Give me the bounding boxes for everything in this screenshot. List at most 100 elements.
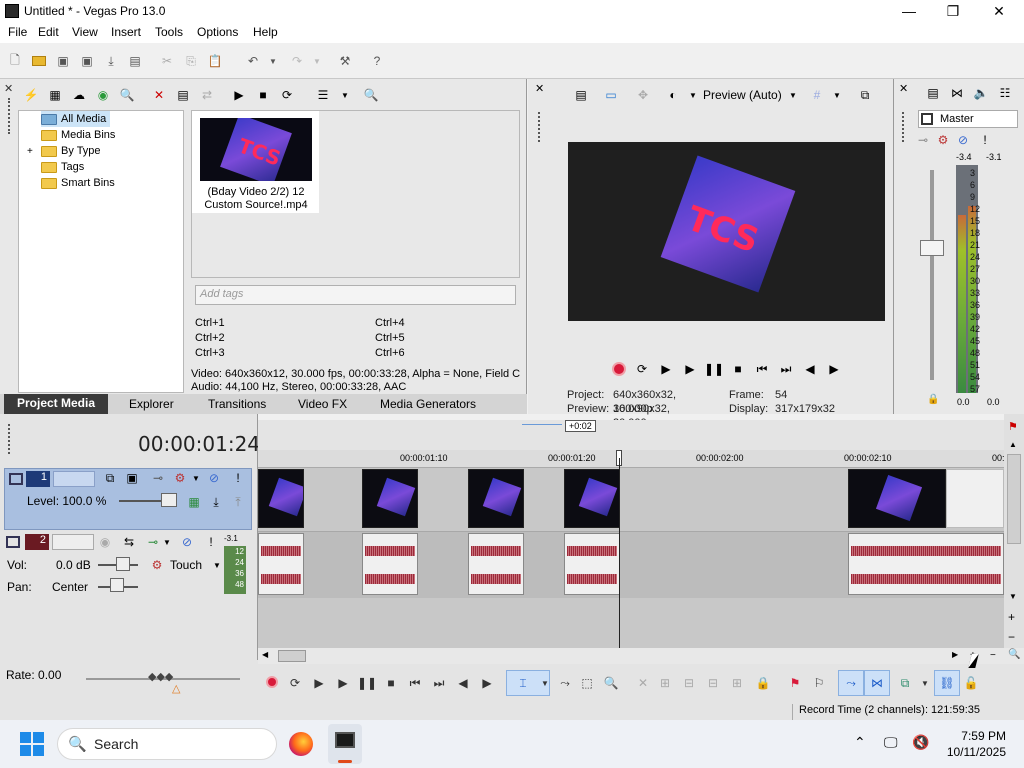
solo-icon[interactable]: ! [229,469,247,487]
scroll-down-icon[interactable]: ▼ [1009,592,1017,601]
fx-dropdown-icon[interactable]: ▼ [158,533,176,551]
remove-media-icon[interactable]: ✕ [150,86,168,104]
tab-explorer[interactable]: Explorer [129,397,174,411]
copy-icon[interactable]: ⎘ [182,52,200,70]
video-track-header[interactable]: 1 ⧉ ▣ ⊸ ⚙ ▼ ⊘ ! Level: 100.0 % ▦ ⤓ ⤒ [4,468,252,530]
video-clip[interactable] [468,469,524,528]
track-name-field[interactable] [53,471,95,487]
maximize-button[interactable]: ❐ [930,0,976,22]
render-as-icon[interactable]: ⤓ [102,52,120,70]
capture-video-icon[interactable]: ▦ [46,86,64,104]
video-clip[interactable] [362,469,418,528]
panel-close-icon[interactable]: ✕ [4,82,13,95]
tree-item-media-bins[interactable]: Media Bins [41,127,115,143]
pan-slider-handle[interactable] [110,578,124,592]
make-parent-icon[interactable]: ⤒ [229,493,247,511]
play-preview-icon[interactable]: ▶ [230,86,248,104]
media-thumbnail[interactable]: TCS [200,118,312,181]
split-icon[interactable]: ⊞ [728,674,746,692]
track-expand-icon[interactable] [9,473,23,485]
properties-icon[interactable]: ▤ [126,52,144,70]
video-fx-icon[interactable]: ✥ [634,86,652,104]
media-search-icon[interactable]: 🔍 [362,86,380,104]
edit-tool-dropdown-icon[interactable]: ▼ [536,674,554,692]
menu-file[interactable]: File [8,25,27,39]
new-project-icon[interactable]: 🗋 [6,52,24,70]
marker-flag-icon[interactable]: ⚑ [1008,420,1018,433]
copy-snapshot-icon[interactable]: ⧉ [856,86,874,104]
menu-options[interactable]: Options [197,25,238,39]
rate-slider-handle[interactable]: ◆◆◆ [148,670,173,683]
tree-item-all-media[interactable]: All Media [41,111,111,127]
stop-button[interactable]: ■ [382,674,400,692]
go-to-end-button[interactable]: ⏭ [777,360,795,378]
selection-tool-icon[interactable]: ⬚ [578,674,596,692]
timeline-horizontal-scrollbar[interactable]: ◀ ▶ + − 🔍 [258,648,1024,664]
compositing-child-icon[interactable]: ▦ [185,493,203,511]
tag-shortcut[interactable]: Ctrl+2 [195,332,225,344]
expand-icon[interactable]: + [27,146,39,157]
save-as-icon[interactable]: ▣ [78,52,96,70]
scroll-thumb[interactable] [1007,454,1021,544]
video-clip[interactable] [258,469,304,528]
menu-help[interactable]: Help [253,25,278,39]
master-close-icon[interactable]: ✕ [899,82,908,95]
track-expand-icon[interactable] [6,536,20,548]
cut-icon[interactable]: ✂ [158,52,176,70]
split-dropdown-icon[interactable]: ▼ [684,86,702,104]
fx-dropdown-icon[interactable]: ▼ [187,469,205,487]
windows-start-icon[interactable] [20,732,44,756]
track-fx-icon[interactable]: ▣ [123,469,141,487]
mute-icon[interactable]: ⊘ [178,533,196,551]
network-icon[interactable]: 🖵 [884,734,898,751]
play-from-start-button[interactable]: ▶ [310,674,328,692]
preview-quality-select[interactable]: Preview (Auto) [703,88,782,102]
track-name-field[interactable] [52,534,94,550]
overlays-icon[interactable]: # [808,86,826,104]
audio-clip[interactable] [258,533,304,595]
tag-shortcut[interactable]: Ctrl+4 [375,317,405,329]
next-frame-button[interactable]: ▶ [478,674,496,692]
undo-icon[interactable]: ↶ [244,52,262,70]
tree-item-by-type[interactable]: + By Type [27,143,101,159]
timeline-empty-area[interactable] [258,598,1004,648]
go-to-start-button[interactable]: ⏮ [406,674,424,692]
play-from-start-button[interactable]: ▶ [657,360,675,378]
arm-record-icon[interactable]: ◉ [96,533,114,551]
vol-slider-handle[interactable] [116,557,130,571]
preview-close-icon[interactable]: ✕ [535,82,544,95]
zoom-out-vertical-icon[interactable]: − [1008,630,1015,644]
enable-snapping-icon[interactable]: ⚒ [336,52,354,70]
solo-icon[interactable]: ! [202,533,220,551]
next-frame-button[interactable]: ▶ [825,360,843,378]
audio-clip[interactable] [468,533,524,595]
audio-clip[interactable] [848,533,1004,595]
undo-dropdown-icon[interactable]: ▼ [264,52,282,70]
chevron-up-icon[interactable]: ⌃ [854,734,866,751]
stop-preview-icon[interactable]: ■ [254,86,272,104]
tag-shortcut[interactable]: Ctrl+5 [375,332,405,344]
views-icon[interactable]: ☰ [314,86,332,104]
redo-dropdown-icon[interactable]: ▼ [308,52,326,70]
timeline-vertical-scrollbar[interactable]: ⚑ ▲ ▼ + − [1004,414,1024,648]
solo-icon[interactable]: ! [976,131,994,149]
get-media-from-web-icon[interactable]: ☁ [70,86,88,104]
audio-track-header[interactable]: 2 ◉ ⇆ ⊸ ▼ ⊘ ! -3.1 12 24 36 48 Vol: 0.0 … [4,532,252,598]
overlays-dropdown-icon[interactable]: ▼ [828,86,846,104]
edit-tool-icon[interactable]: ⌶ [514,674,532,692]
mute-icon[interactable]: ⊘ [205,469,223,487]
master-fader-handle[interactable] [920,240,944,256]
taskbar-vegas-app[interactable] [328,724,362,764]
scroll-right-icon[interactable]: ▶ [952,650,958,659]
play-button[interactable]: ▶ [334,674,352,692]
mute-icon[interactable]: ⊘ [954,131,972,149]
taskbar-clock[interactable]: 7:59 PM 10/11/2025 [944,728,1006,760]
video-preview-screen[interactable]: TCS [568,142,885,321]
menu-tools[interactable]: Tools [155,25,183,39]
panel-grip-icon[interactable] [902,112,908,142]
external-monitor-icon[interactable]: ▭ [602,86,620,104]
lock-envelopes-icon[interactable]: 🔓 [962,674,980,692]
auto-crossfade-icon[interactable]: ⋈ [868,674,886,692]
scroll-up-icon[interactable]: ▲ [1009,440,1017,449]
go-to-end-button[interactable]: ⏭ [430,674,448,692]
